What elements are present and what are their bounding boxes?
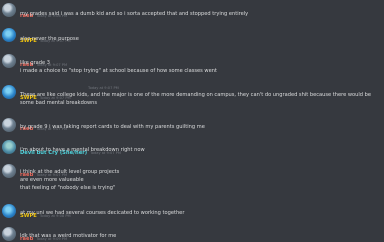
- message-text: by grade 9 i was faking report cards to …: [20, 124, 205, 130]
- message-text: are even more valueable: [20, 177, 84, 183]
- message-text: my grades said i was a dumb kid and so i…: [20, 11, 249, 17]
- message-header: SWPE Today at 9:07 PM: [20, 27, 71, 44]
- message-header: raeb Today at 9:06 PM: [20, 2, 67, 19]
- message-header: raeb Today at 9:07 PM: [20, 51, 67, 68]
- message-inline-timestamp: Today at 9:07 PM: [88, 86, 119, 90]
- message-text: These are like college kids, and the maj…: [20, 92, 372, 106]
- avatar[interactable]: [2, 164, 16, 178]
- message-text: like grade 3: [20, 60, 51, 66]
- avatar[interactable]: [2, 227, 16, 241]
- message-text: i think at the adult level group project…: [20, 169, 120, 175]
- message-text: i made a choice to "stop trying" at scho…: [20, 68, 217, 74]
- avatar[interactable]: [2, 54, 16, 68]
- avatar[interactable]: [2, 28, 16, 42]
- message-text: Idk that was a weird motivator for me: [20, 233, 117, 239]
- message-header: raeb Today at 9:07 PM: [20, 115, 67, 132]
- message-text: that feeling of "nobody else is trying": [20, 185, 116, 191]
- avatar[interactable]: [2, 3, 16, 17]
- avatar[interactable]: [2, 204, 16, 218]
- message-text: i'm about to have a mental breakdown rig…: [20, 147, 145, 153]
- message-text: at my uni we had several courses decicat…: [20, 210, 185, 216]
- avatar[interactable]: [2, 118, 16, 132]
- chat-messages: raeb Today at 9:06 PM my grades said i wa…: [0, 0, 384, 242]
- avatar[interactable]: [2, 85, 16, 99]
- message-text: also never the purpose: [20, 36, 79, 42]
- avatar[interactable]: [2, 140, 16, 154]
